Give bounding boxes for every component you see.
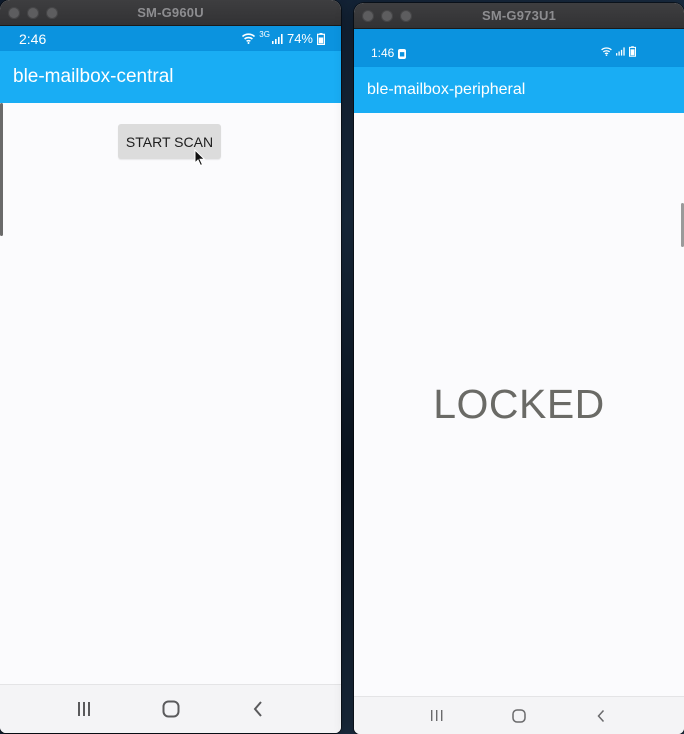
status-icons: 3G 74%	[242, 30, 325, 46]
recents-button[interactable]	[419, 702, 455, 730]
signal-icon	[271, 33, 283, 44]
network-type: 3G	[259, 30, 270, 39]
peripheral-device-window: SM-G973U1 1:46 ■ ble-mailbox-peripheral L…	[354, 3, 684, 734]
recents-icon	[77, 702, 90, 716]
signal-icon	[616, 47, 625, 56]
back-button[interactable]	[240, 695, 276, 723]
battery-icon	[317, 32, 325, 45]
wifi-icon	[601, 47, 612, 56]
window-titlebar: SM-G973U1	[354, 3, 684, 29]
window-title: SM-G973U1	[481, 8, 557, 23]
app-title: ble-mailbox-central	[13, 66, 174, 87]
battery-icon	[629, 46, 636, 57]
app-bar: ble-mailbox-central	[0, 51, 341, 103]
recents-icon	[431, 710, 443, 721]
status-time: 1:46 ■	[371, 46, 406, 60]
home-button[interactable]	[501, 702, 537, 730]
status-bar: 2:46 3G 74%	[0, 26, 341, 51]
status-bar: 1:46 ■	[354, 29, 684, 67]
app-content: START SCAN	[0, 103, 341, 684]
battery-percent: 74%	[286, 31, 313, 46]
app-title: ble-mailbox-peripheral	[367, 81, 526, 98]
window-titlebar: SM-G960U	[0, 0, 341, 26]
home-button[interactable]	[153, 695, 189, 723]
wifi-icon	[242, 33, 256, 44]
window-title: SM-G960U	[137, 5, 204, 20]
back-icon	[253, 701, 262, 717]
central-device-window: SM-G960U 2:46 3G 74% ble-mailbox-central…	[0, 0, 341, 733]
back-icon	[597, 709, 605, 722]
status-time-text: 1:46	[371, 46, 395, 60]
app-bar: ble-mailbox-peripheral	[354, 67, 684, 113]
cursor-icon	[194, 148, 206, 172]
home-icon	[162, 700, 179, 718]
recents-button[interactable]	[66, 695, 102, 723]
scroll-indicator[interactable]	[0, 103, 3, 236]
lock-status-text: LOCKED	[433, 381, 605, 427]
nav-bar	[354, 696, 684, 734]
status-icons	[601, 46, 636, 57]
home-icon	[512, 708, 526, 723]
notification-icon: ■	[398, 49, 406, 59]
back-button[interactable]	[583, 702, 619, 730]
app-content: LOCKED	[354, 113, 684, 696]
nav-bar	[0, 684, 341, 733]
status-time: 2:46	[19, 31, 47, 47]
